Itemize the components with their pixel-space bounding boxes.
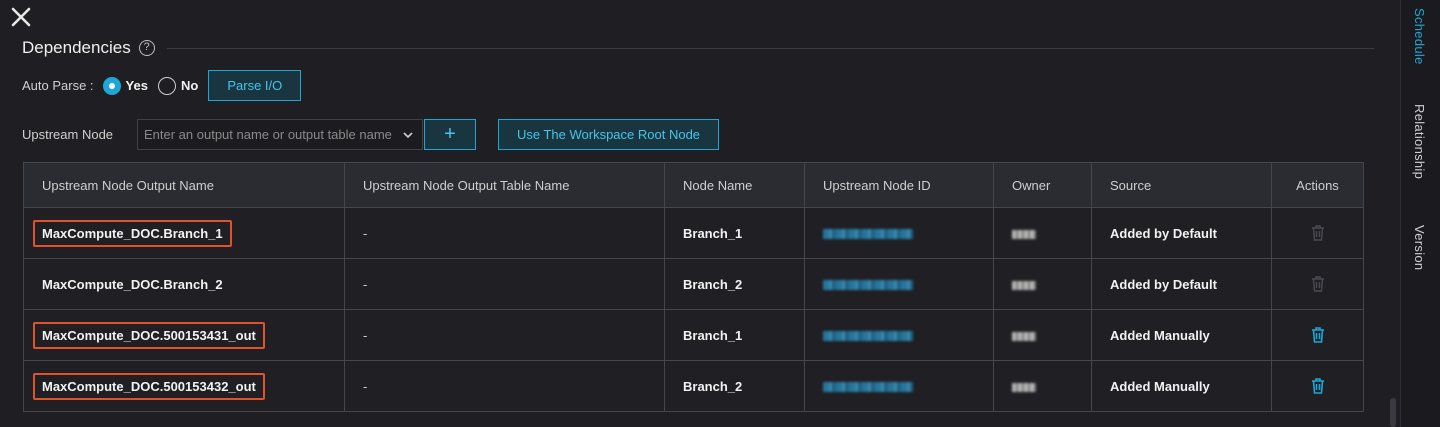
scrollbar[interactable]	[1390, 398, 1396, 427]
upstream-node-select[interactable]: Enter an output name or output table nam…	[137, 119, 423, 150]
right-sidebar: Schedule Relationship Version	[1400, 0, 1440, 427]
node-id-link[interactable]	[823, 331, 913, 342]
output-name-cell: MaxCompute_DOC.Branch_1	[23, 207, 345, 259]
col-header-source: Source	[1091, 162, 1272, 208]
table-header-row: Upstream Node Output Name Upstream Node …	[23, 162, 1364, 208]
node-name-cell: Branch_2	[664, 360, 805, 412]
dependencies-panel: Dependencies ? Auto Parse : Yes No Parse…	[0, 0, 1400, 427]
output-name-cell: MaxCompute_DOC.500153432_out	[23, 360, 345, 412]
col-header-node-id: Upstream Node ID	[804, 162, 994, 208]
output-name-cell: MaxCompute_DOC.500153431_out	[23, 309, 345, 361]
radio-yes-label: Yes	[125, 78, 148, 93]
trash-icon	[1311, 276, 1324, 292]
help-icon[interactable]: ?	[138, 40, 155, 56]
source-cell: Added Manually	[1091, 309, 1272, 361]
table-row: MaxCompute_DOC.500153432_out - Branch_2 …	[23, 360, 1364, 412]
owner-value	[1012, 382, 1036, 392]
source-cell: Added Manually	[1091, 360, 1272, 412]
tab-schedule[interactable]: Schedule	[1412, 8, 1427, 65]
owner-cell	[993, 360, 1092, 412]
source-cell: Added by Default	[1091, 258, 1272, 310]
owner-cell	[993, 207, 1092, 259]
close-icon[interactable]	[10, 6, 32, 28]
source-cell: Added by Default	[1091, 207, 1272, 259]
node-id-cell	[804, 207, 994, 259]
radio-unselected-icon	[157, 76, 176, 95]
output-name-cell: MaxCompute_DOC.Branch_2	[23, 258, 345, 310]
actions-cell	[1271, 207, 1364, 259]
section-header: Dependencies ?	[22, 38, 1374, 58]
output-name: MaxCompute_DOC.500153431_out	[33, 321, 265, 349]
trash-icon[interactable]	[1310, 326, 1326, 344]
table-name-cell: -	[344, 207, 665, 259]
trash-icon	[1311, 225, 1324, 241]
col-header-owner: Owner	[993, 162, 1092, 208]
section-title: Dependencies	[22, 38, 131, 57]
auto-parse-yes-radio[interactable]: Yes	[102, 76, 148, 95]
owner-value	[1012, 229, 1036, 239]
node-name-cell: Branch_2	[664, 258, 805, 310]
actions-cell	[1271, 309, 1364, 361]
output-name: MaxCompute_DOC.500153432_out	[33, 372, 265, 400]
owner-cell	[993, 258, 1092, 310]
owner-value	[1012, 331, 1036, 341]
parse-io-button[interactable]: Parse I/O	[208, 70, 302, 101]
table-name-cell: -	[344, 258, 665, 310]
page: Dependencies ? Auto Parse : Yes No Parse…	[0, 0, 1440, 427]
owner-cell	[993, 309, 1092, 361]
auto-parse-label: Auto Parse :	[22, 78, 94, 93]
node-id-cell	[804, 309, 994, 361]
divider	[166, 47, 1374, 49]
auto-parse-no-radio[interactable]: No	[157, 76, 199, 95]
col-header-table-name: Upstream Node Output Table Name	[344, 162, 665, 208]
use-root-node-button[interactable]: Use The Workspace Root Node	[498, 119, 719, 150]
tab-relationship[interactable]: Relationship	[1412, 104, 1427, 179]
node-name-cell: Branch_1	[664, 207, 805, 259]
upstream-node-label: Upstream Node	[22, 127, 114, 142]
tab-version[interactable]: Version	[1412, 225, 1427, 270]
col-header-node-name: Node Name	[664, 162, 805, 208]
upstream-node-row: Upstream Node	[22, 119, 113, 150]
radio-selected-icon	[102, 76, 121, 95]
node-id-link[interactable]	[823, 382, 913, 393]
trash-icon[interactable]	[1310, 377, 1326, 395]
table-name-cell: -	[344, 360, 665, 412]
node-id-cell	[804, 258, 994, 310]
col-header-output-name: Upstream Node Output Name	[23, 162, 345, 208]
node-id-link[interactable]	[823, 229, 913, 240]
node-id-cell	[804, 360, 994, 412]
node-name-cell: Branch_1	[664, 309, 805, 361]
owner-value	[1012, 280, 1036, 290]
col-header-actions: Actions	[1271, 162, 1364, 208]
node-id-link[interactable]	[823, 280, 913, 291]
actions-cell	[1271, 258, 1364, 310]
actions-cell	[1271, 360, 1364, 412]
add-upstream-button[interactable]: +	[424, 119, 476, 150]
auto-parse-row: Auto Parse : Yes No Parse I/O	[22, 70, 302, 101]
chevron-down-icon	[403, 132, 413, 139]
dependencies-table: Upstream Node Output Name Upstream Node …	[23, 162, 1364, 412]
table-row: MaxCompute_DOC.Branch_1 - Branch_1 Added…	[23, 207, 1364, 259]
radio-no-label: No	[180, 78, 199, 93]
table-name-cell: -	[344, 309, 665, 361]
upstream-node-placeholder: Enter an output name or output table nam…	[144, 127, 392, 142]
output-name: MaxCompute_DOC.Branch_1	[33, 219, 232, 247]
output-name: MaxCompute_DOC.Branch_2	[42, 276, 223, 292]
table-row: MaxCompute_DOC.Branch_2 - Branch_2 Added…	[23, 258, 1364, 310]
table-row: MaxCompute_DOC.500153431_out - Branch_1 …	[23, 309, 1364, 361]
